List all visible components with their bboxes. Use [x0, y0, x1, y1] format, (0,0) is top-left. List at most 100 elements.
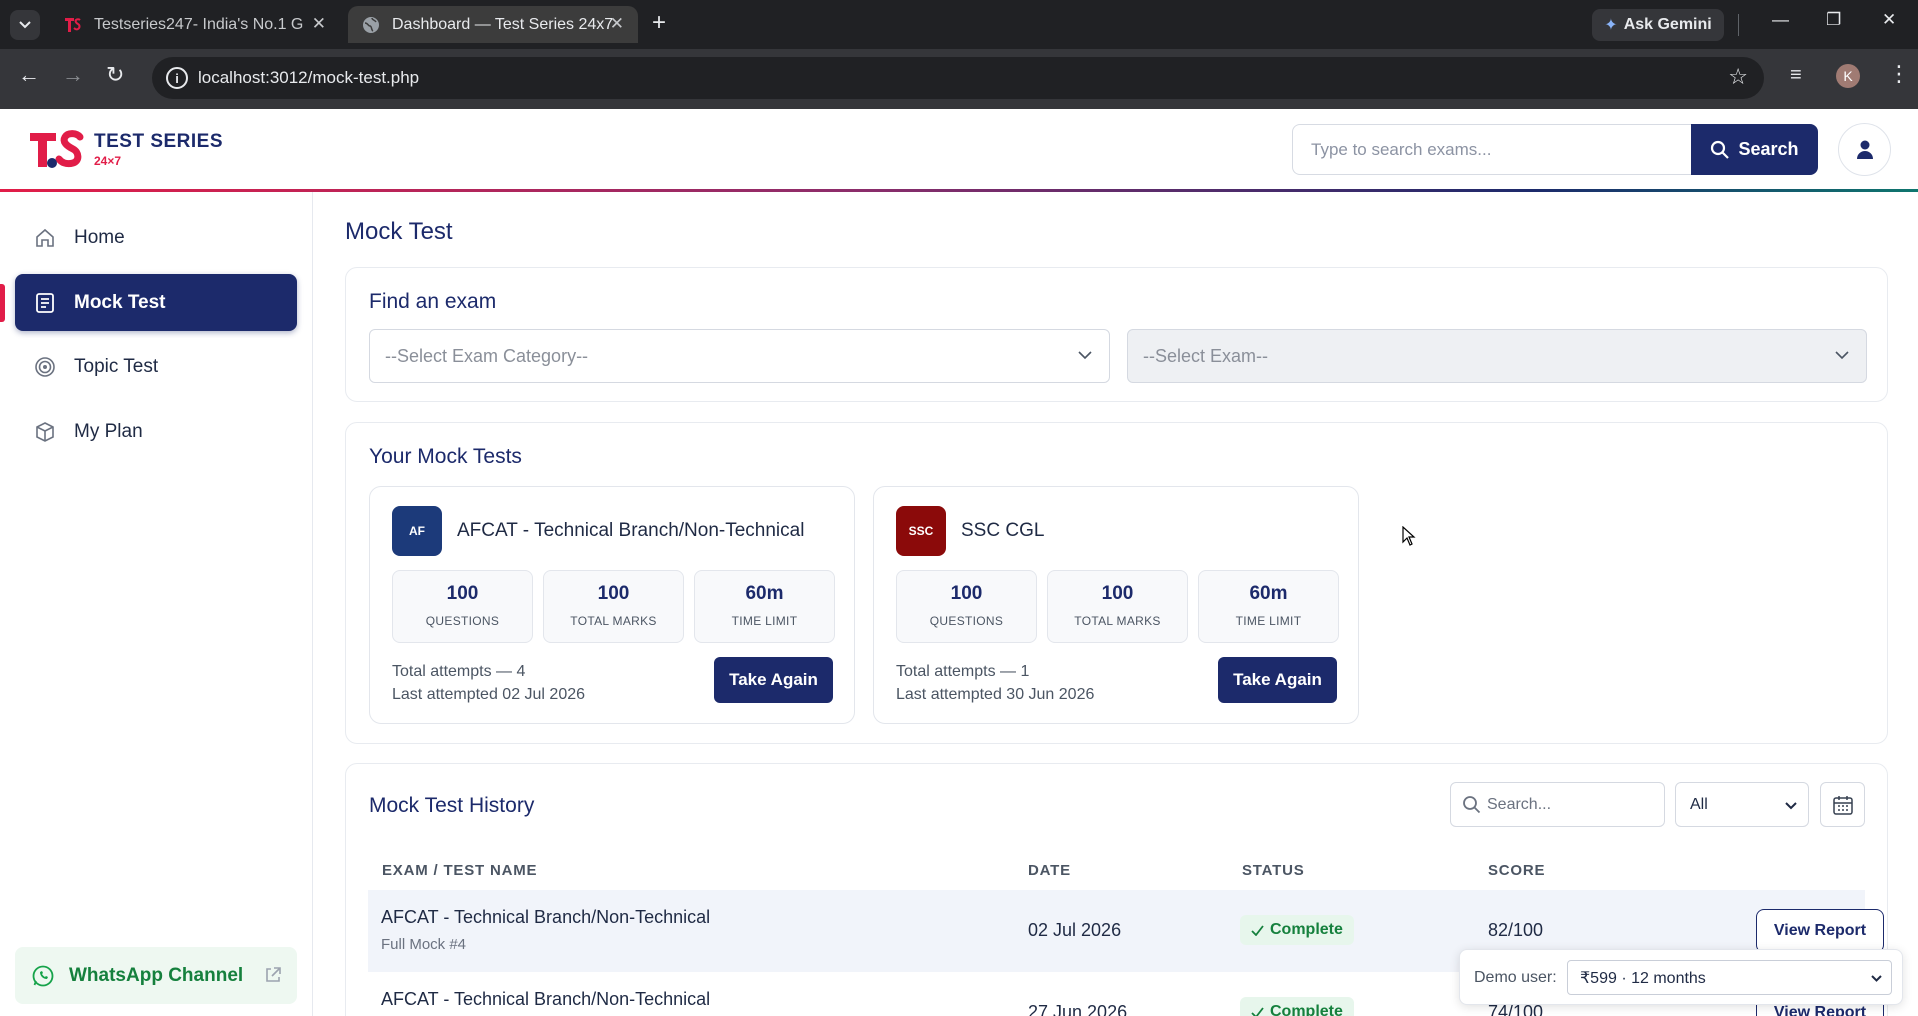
mock-test-card: AF AFCAT - Technical Branch/Non-Technica…	[369, 486, 855, 724]
box-icon	[33, 420, 57, 444]
ask-gemini-label: Ask Gemini	[1623, 16, 1712, 33]
calendar-icon	[1832, 795, 1853, 815]
check-icon	[1251, 1006, 1264, 1016]
url-text: localhost:3012/mock-test.php	[198, 68, 420, 87]
address-bar[interactable]: i localhost:3012/mock-test.php ☆	[152, 57, 1764, 99]
testseries-favicon-icon	[64, 16, 82, 34]
sidebar-item-my-plan[interactable]: My Plan	[15, 403, 297, 460]
ask-gemini-button[interactable]: ✦ Ask Gemini	[1592, 9, 1724, 41]
search-icon	[1463, 796, 1481, 814]
browser-menu-icon[interactable]: ⋮	[1888, 61, 1910, 87]
site-info-icon[interactable]: i	[166, 67, 188, 89]
profile-avatar[interactable]: K	[1836, 64, 1860, 88]
chevron-down-icon	[1785, 802, 1797, 810]
column-header: DATE	[1028, 862, 1071, 879]
status-filter-value: All	[1690, 795, 1708, 813]
demo-user-label: Demo user:	[1474, 969, 1557, 986]
search-icon	[1711, 140, 1730, 159]
stat-time-limit: 60m TIME LIMIT	[694, 570, 835, 643]
chevron-down-icon	[19, 21, 31, 29]
stat-value: 100	[597, 583, 630, 604]
row-test-name: Full Mock #4	[381, 936, 467, 953]
logo-subtitle: 24×7	[94, 153, 122, 168]
sidebar-item-home[interactable]: Home	[15, 209, 297, 266]
exam-category-placeholder: --Select Exam Category--	[385, 345, 589, 366]
check-icon	[1251, 924, 1264, 936]
user-account-button[interactable]	[1838, 123, 1891, 176]
demo-user-panel: Demo user: ₹599 · 12 months	[1459, 949, 1903, 1005]
row-exam-name: AFCAT - Technical Branch/Non-Technical	[381, 907, 711, 927]
sidebar-item-label: My Plan	[74, 420, 143, 442]
active-nav-marker	[0, 284, 5, 322]
whatsapp-channel-link[interactable]: WhatsApp Channel	[15, 947, 297, 1004]
new-tab-button[interactable]: +	[652, 9, 666, 37]
column-header: STATUS	[1242, 862, 1305, 879]
stat-total-marks: 100 TOTAL MARKS	[543, 570, 684, 643]
close-tab-icon[interactable]: ✕	[610, 14, 624, 34]
mouse-cursor-icon	[1402, 526, 1416, 546]
sidebar: Home Mock Test Topic Test My Plan WhatsA…	[0, 192, 313, 1016]
demo-plan-select[interactable]: ₹599 · 12 months	[1567, 960, 1892, 995]
user-icon	[1856, 140, 1873, 159]
stat-value: 60m	[1249, 583, 1288, 604]
exam-placeholder: --Select Exam--	[1143, 345, 1269, 366]
target-icon	[33, 355, 57, 379]
sidebar-item-label: Mock Test	[74, 291, 166, 313]
stat-value: 100	[950, 583, 983, 604]
stat-label: QUESTIONS	[425, 614, 500, 628]
reading-list-icon[interactable]: ≡	[1790, 64, 1802, 87]
sidebar-item-topic-test[interactable]: Topic Test	[15, 338, 297, 395]
gemini-sparkle-icon: ✦	[1604, 17, 1618, 34]
forward-arrow-icon[interactable]: →	[62, 64, 84, 86]
history-search-input[interactable]	[1487, 783, 1662, 826]
whatsapp-channel-label: WhatsApp Channel	[69, 964, 244, 986]
search-button[interactable]: Search	[1691, 124, 1818, 175]
minimize-window-icon[interactable]: —	[1772, 10, 1789, 30]
your-mock-tests-title: Your Mock Tests	[369, 445, 522, 468]
mock-test-card: SSC SSC CGL 100 QUESTIONS 100 TOTAL MARK…	[873, 486, 1359, 724]
sidebar-item-mock-test[interactable]: Mock Test	[15, 274, 297, 331]
date-filter-button[interactable]	[1820, 782, 1865, 827]
exam-category-select[interactable]: --Select Exam Category--	[369, 329, 1110, 383]
exam-search-input[interactable]	[1292, 124, 1692, 175]
exam-select[interactable]: --Select Exam--	[1127, 329, 1867, 383]
sidebar-item-label: Home	[74, 226, 125, 248]
back-arrow-icon[interactable]: ←	[18, 64, 40, 86]
stat-questions: 100 QUESTIONS	[896, 570, 1037, 643]
restore-window-icon[interactable]: ❐	[1826, 10, 1841, 30]
exam-badge: AF	[392, 506, 442, 556]
site-logo[interactable]: TEST SERIES 24×7	[28, 127, 223, 171]
test-series-logo-icon	[30, 130, 84, 168]
stat-value: 100	[1101, 583, 1134, 604]
total-attempts: Total attempts — 1	[896, 663, 1030, 680]
find-exam-title: Find an exam	[369, 290, 497, 313]
attempt-info: Total attempts — 1 Last attempted 30 Jun…	[896, 660, 1094, 706]
browser-toolbar: ← → ↻ i localhost:3012/mock-test.php ☆ ≡…	[0, 49, 1918, 109]
browser-tab-testseries[interactable]: Testseries247- India's No.1 Govt Exam Te…	[50, 6, 340, 43]
stat-label: TIME LIMIT	[1235, 614, 1302, 628]
sidebar-item-label: Topic Test	[74, 355, 159, 377]
stat-time-limit: 60m TIME LIMIT	[1198, 570, 1339, 643]
window-controls-divider	[1738, 14, 1739, 36]
history-search[interactable]	[1450, 782, 1665, 827]
view-report-button[interactable]: View Report	[1756, 909, 1884, 953]
chevron-down-icon	[1078, 351, 1092, 360]
stat-label: TOTAL MARKS	[570, 614, 657, 628]
row-exam-name: AFCAT - Technical Branch/Non-Technical	[381, 989, 711, 1009]
document-list-icon	[33, 291, 57, 315]
browser-tab-dashboard[interactable]: Dashboard — Test Series 24x7 ✕	[348, 6, 638, 43]
tab-search-dropdown[interactable]	[10, 10, 40, 40]
status-filter-select[interactable]: All	[1675, 782, 1809, 827]
close-tab-icon[interactable]: ✕	[312, 14, 326, 34]
close-window-icon[interactable]: ✕	[1882, 10, 1896, 30]
last-attempted: Last attempted 30 Jun 2026	[896, 686, 1095, 703]
take-again-button[interactable]: Take Again	[714, 657, 833, 703]
status-label: Complete	[1270, 921, 1343, 938]
globe-icon	[362, 16, 380, 34]
bookmark-star-icon[interactable]: ☆	[1728, 64, 1748, 90]
row-date: 27 Jun 2026	[1028, 1002, 1128, 1016]
status-badge: Complete	[1240, 915, 1354, 945]
stat-label: QUESTIONS	[929, 614, 1004, 628]
take-again-button[interactable]: Take Again	[1218, 657, 1337, 703]
reload-icon[interactable]: ↻	[106, 64, 124, 86]
